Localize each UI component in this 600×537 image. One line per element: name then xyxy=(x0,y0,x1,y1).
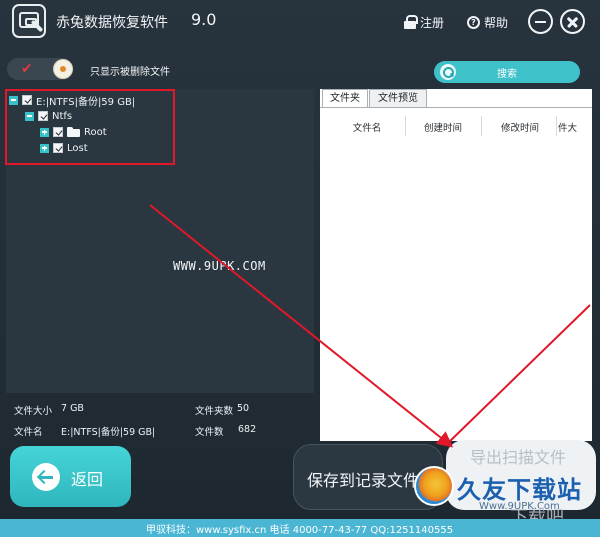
app-title: 赤兔数据恢复软件 xyxy=(56,15,168,31)
help-label: 帮助 xyxy=(484,15,509,30)
close-button[interactable] xyxy=(560,9,585,34)
column-header-size[interactable]: 件大 xyxy=(558,120,588,134)
app-version: 9.0 xyxy=(191,10,217,29)
app-window: 赤兔数据恢复软件 9.0 注册 ? 帮助 ✔ 只显示被删除文件 搜索 E:|NT… xyxy=(0,0,600,537)
back-button[interactable]: 返回 xyxy=(10,446,131,507)
column-divider xyxy=(556,116,557,136)
only-deleted-toggle[interactable]: ✔ xyxy=(7,58,73,80)
column-header-created[interactable]: 创建时间 xyxy=(408,120,478,134)
back-arrow-icon xyxy=(32,463,60,491)
column-divider xyxy=(405,116,406,136)
minimize-button[interactable] xyxy=(528,9,553,34)
only-deleted-label: 只显示被删除文件 xyxy=(90,67,170,78)
column-header-modified[interactable]: 修改时间 xyxy=(485,120,555,134)
help-link[interactable]: ? 帮助 xyxy=(467,12,508,32)
file-count-value: 682 xyxy=(238,424,257,435)
site-logo-icon xyxy=(414,466,454,506)
footer-bar: 甲驭科技：www.sysfix.cn 电话 4000-77-43-77 QQ:1… xyxy=(0,519,600,537)
register-label: 注册 xyxy=(420,15,445,30)
folder-count-value: 50 xyxy=(237,403,250,414)
title-bar: 赤兔数据恢复软件 9.0 注册 ? 帮助 xyxy=(0,0,600,44)
search-label: 搜索 xyxy=(497,69,517,80)
annotation-highlight-box xyxy=(5,89,175,165)
column-header-filename[interactable]: 文件名 xyxy=(335,120,399,134)
site-logo-title: 久友下载站 xyxy=(457,476,582,504)
back-label: 返回 xyxy=(71,470,104,489)
tab-divider xyxy=(320,107,592,108)
file-name-label: 文件名 xyxy=(14,427,43,438)
column-divider xyxy=(481,116,482,136)
search-button[interactable]: 搜索 xyxy=(434,61,580,83)
checkmark-icon: ✔ xyxy=(21,61,33,77)
app-logo-icon xyxy=(12,4,46,38)
file-list-panel xyxy=(320,89,592,441)
lock-icon xyxy=(404,15,418,29)
toggle-knob xyxy=(53,59,73,79)
tab-file-preview[interactable]: 文件预览 xyxy=(369,89,427,108)
file-size-label: 文件大小 xyxy=(14,406,53,417)
folder-count-label: 文件夹数 xyxy=(195,406,234,417)
footer-contact: 甲驭科技：www.sysfix.cn 电话 4000-77-43-77 QQ:1… xyxy=(146,525,454,536)
file-size-value: 7 GB xyxy=(61,403,84,414)
file-name-value: E:|NTFS|备份|59 GB| xyxy=(61,427,156,438)
site-watermark: WWW.9UPK.COM xyxy=(173,259,266,273)
register-link[interactable]: 注册 xyxy=(404,12,444,32)
file-count-label: 文件数 xyxy=(195,427,224,438)
tab-folder[interactable]: 文件夹 xyxy=(322,89,368,108)
save-log-label: 保存到记录文件 xyxy=(307,471,420,490)
help-icon: ? xyxy=(467,15,480,29)
